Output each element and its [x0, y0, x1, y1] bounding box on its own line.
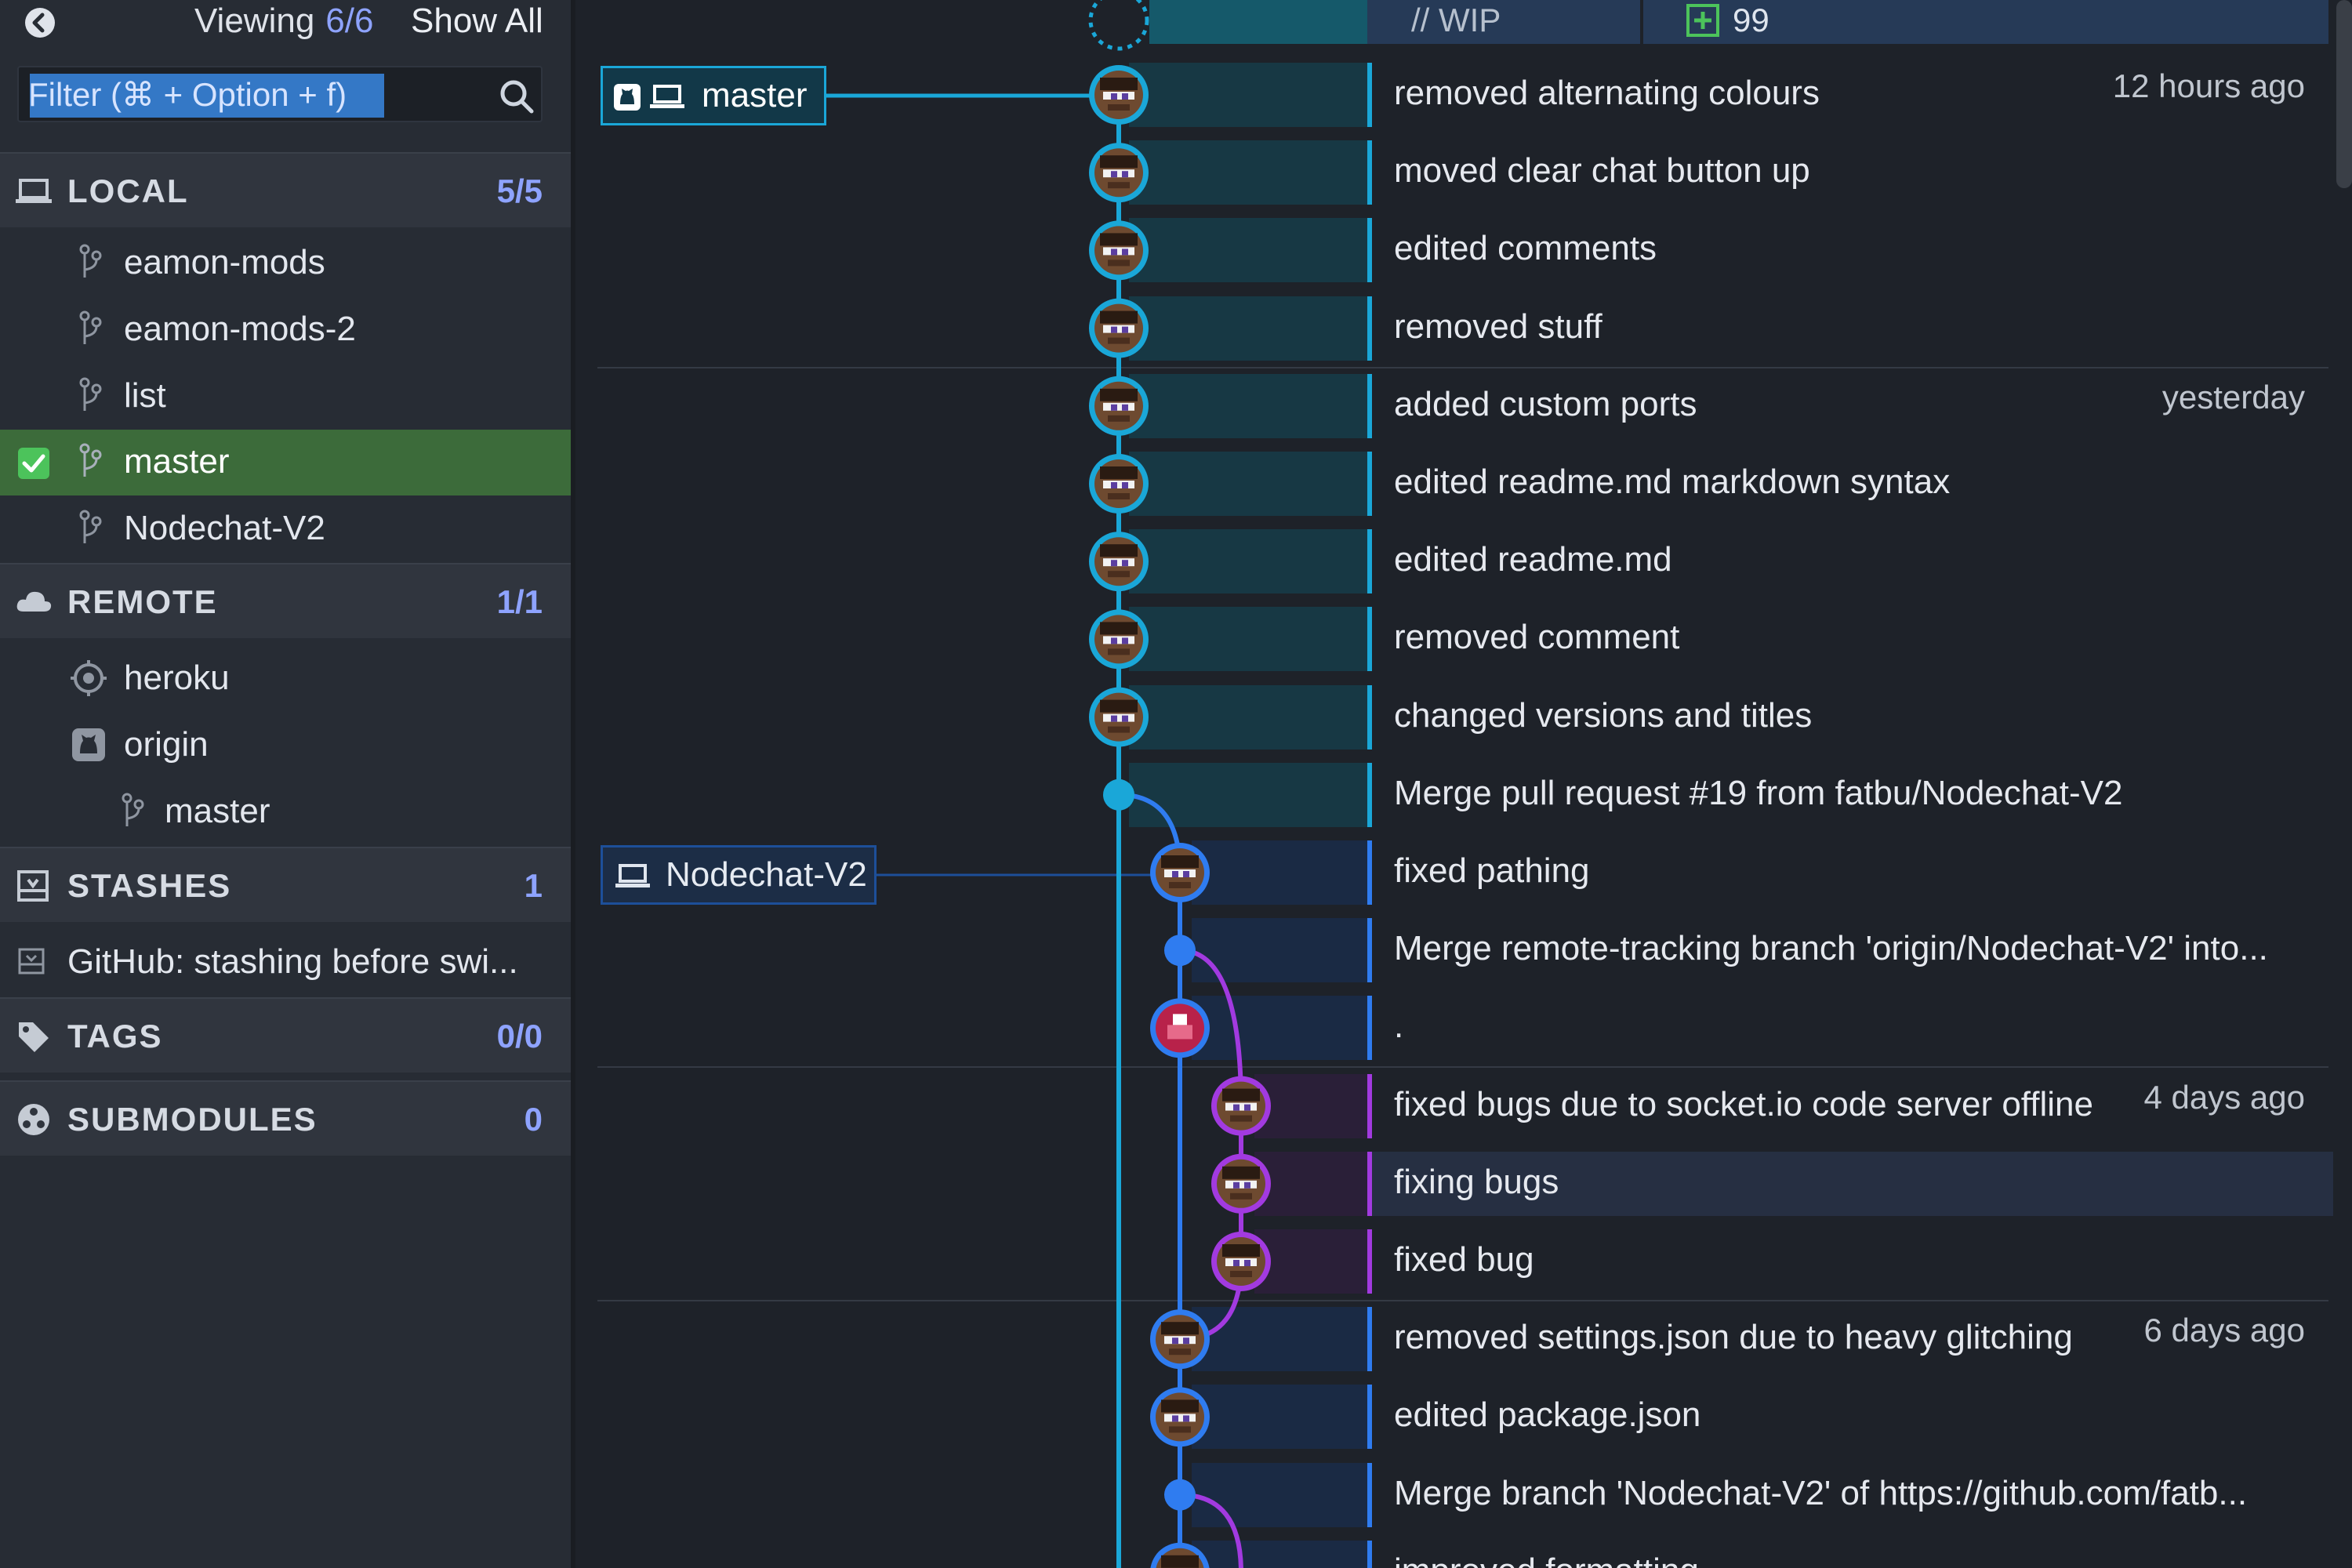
author-avatar-eyes	[1103, 558, 1134, 567]
author-avatar-pupil	[1111, 482, 1117, 488]
author-avatar-mouth	[1108, 648, 1130, 655]
author-avatar-mouth	[1169, 1348, 1191, 1356]
author-avatar-pupil	[1111, 560, 1117, 567]
author-avatar-pupil	[1122, 326, 1128, 333]
author-avatar-hair	[1100, 699, 1138, 713]
author-avatar-eyes	[1164, 1336, 1196, 1345]
author-avatar-mouth	[1169, 882, 1191, 888]
lane-line-nodechat	[1118, 792, 1182, 1568]
author-avatar-pupil	[1122, 560, 1128, 567]
wip-lane-band	[1149, 0, 1367, 44]
author-avatar-hair	[1100, 310, 1138, 324]
author-avatar-pupil	[1244, 1104, 1250, 1111]
author-avatar-eyes	[1103, 713, 1134, 722]
author-avatar-pupil	[1122, 637, 1128, 644]
author-avatar-pupil	[1233, 1104, 1240, 1111]
author-avatar-mouth	[1108, 260, 1130, 267]
author-avatar-pupil	[1244, 1260, 1250, 1266]
author-avatar-hair	[1100, 388, 1138, 401]
author-avatar-hair	[1161, 855, 1199, 868]
author-avatar-hair	[1100, 78, 1138, 90]
author-avatar-mouth	[1169, 1426, 1191, 1433]
author-avatar-detail	[1167, 1025, 1192, 1040]
author-avatar-pupil	[1233, 1260, 1240, 1266]
author-avatar-mouth	[1108, 415, 1130, 422]
author-avatar-pupil	[1111, 326, 1117, 333]
ref-label: Nodechat-V2	[666, 855, 867, 894]
author-avatar-hair	[1222, 1088, 1260, 1102]
author-avatar-pupil	[1122, 93, 1128, 100]
ref-badge-master[interactable]: master	[601, 66, 826, 125]
author-avatar-pupil	[1111, 93, 1117, 100]
merge-node	[1164, 935, 1196, 967]
merge-node	[1164, 1479, 1196, 1511]
author-avatar-pupil	[1122, 482, 1128, 488]
author-avatar-hair	[1161, 1555, 1199, 1568]
author-avatar-eyes	[1103, 169, 1134, 178]
commit-graph: removed alternating colours 12 hours ago m…	[0, 0, 2352, 1568]
graph-lanes	[826, 0, 1367, 1568]
author-avatar-pupil	[1172, 871, 1178, 877]
scrollbar[interactable]	[2336, 0, 2352, 188]
author-avatar-hair	[1161, 1322, 1199, 1335]
author-avatar-pupil	[1183, 871, 1189, 877]
author-avatar-pupil	[1111, 637, 1117, 644]
author-avatar-pupil	[1183, 1415, 1189, 1422]
author-avatar-pupil	[1172, 1415, 1178, 1422]
author-avatar-mouth	[1230, 1115, 1252, 1122]
author-avatar-mouth	[1230, 1192, 1252, 1200]
laptop-icon	[615, 864, 650, 887]
author-avatar-pupil	[1183, 1338, 1189, 1345]
author-avatar-pupil	[1122, 404, 1128, 411]
author-avatar-mouth	[1108, 493, 1130, 499]
author-avatar-hair	[1222, 1244, 1260, 1257]
merge-node	[1103, 779, 1134, 811]
github-icon	[614, 84, 641, 111]
author-avatar-pupil	[1172, 1338, 1178, 1345]
author-avatar-hair	[1100, 233, 1138, 246]
laptop-icon	[650, 85, 684, 108]
author-avatar-pupil	[1122, 249, 1128, 256]
author-avatar-eyes	[1225, 1180, 1257, 1189]
author-avatar-mouth	[1108, 104, 1130, 111]
ref-badge-nodechat-v2[interactable]: Nodechat-V2	[601, 845, 877, 905]
author-avatar-eyes	[1103, 402, 1134, 411]
ref-label: master	[702, 76, 808, 114]
author-avatar-mouth	[1108, 571, 1130, 578]
author-avatar-pupil	[1122, 715, 1128, 722]
author-avatar-hair	[1222, 1166, 1260, 1179]
author-avatar-pupil	[1233, 1181, 1240, 1189]
author-avatar-hair	[1100, 155, 1138, 169]
author-avatar-pupil	[1111, 249, 1117, 256]
author-avatar-pupil	[1111, 715, 1117, 722]
author-avatar-pupil	[1244, 1181, 1250, 1189]
author-avatar-hair	[1100, 622, 1138, 635]
author-avatar-mouth	[1108, 726, 1130, 733]
gitkraken-window: Viewing6/6 Show All LOCAL 5/5 eamon-mods	[0, 0, 2352, 1568]
author-avatar-eyes	[1103, 481, 1134, 488]
wip-node	[1088, 0, 1149, 51]
author-avatar-eyes	[1225, 1258, 1257, 1266]
author-avatar-hair	[1100, 466, 1138, 479]
author-avatar-pupil	[1111, 171, 1117, 178]
author-avatar-eyes	[1164, 869, 1196, 877]
author-avatar-pupil	[1122, 171, 1128, 178]
author-avatar-eyes	[1225, 1102, 1257, 1111]
author-avatar-eyes	[1103, 636, 1134, 644]
author-avatar-mouth	[1108, 337, 1130, 344]
author-avatar-mouth	[1230, 1271, 1252, 1277]
author-avatar-mouth	[1108, 182, 1130, 189]
author-avatar-eyes	[1103, 247, 1134, 256]
author-avatar-detail	[1173, 1014, 1187, 1025]
author-avatar-pupil	[1111, 404, 1117, 411]
author-avatar-hair	[1161, 1399, 1199, 1413]
author-avatar-eyes	[1164, 1414, 1196, 1422]
author-avatar-eyes	[1103, 92, 1134, 100]
author-avatar-hair	[1100, 544, 1138, 557]
author-avatar-eyes	[1103, 325, 1134, 333]
